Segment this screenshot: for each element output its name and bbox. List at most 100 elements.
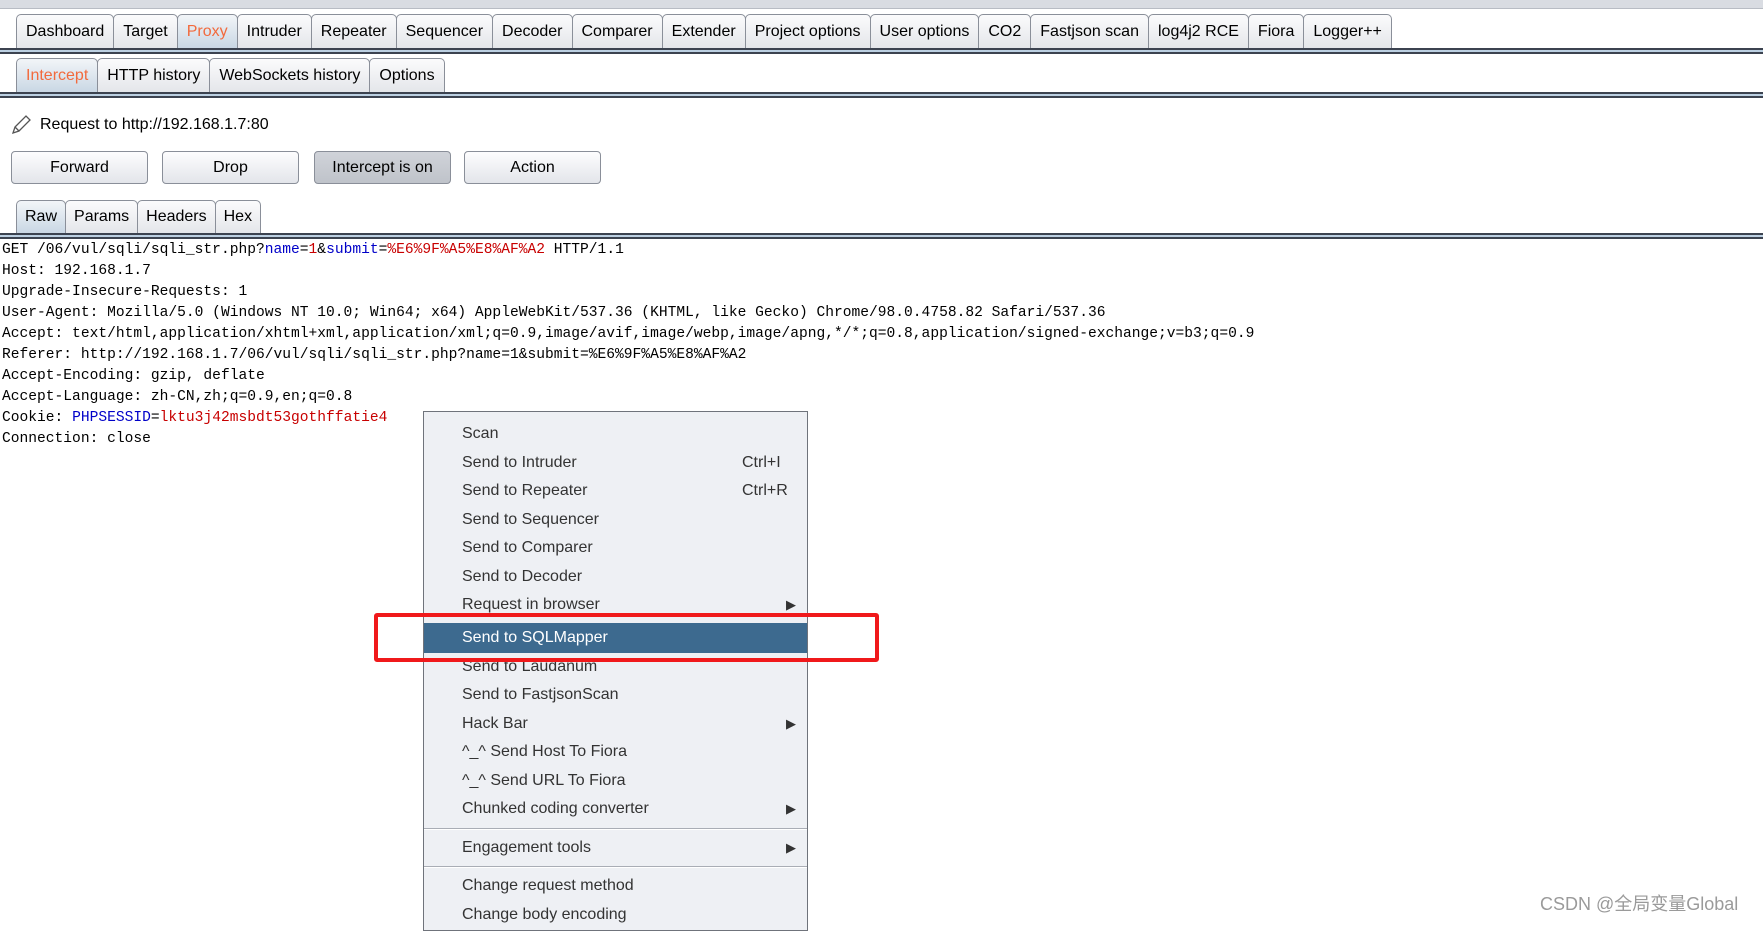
tab-project-options[interactable]: Project options xyxy=(744,14,871,48)
request-text: Host: 192.168.1.7 xyxy=(2,263,151,279)
tab-options[interactable]: Options xyxy=(369,58,445,92)
request-line: User-Agent: Mozilla/5.0 (Windows NT 10.0… xyxy=(2,303,1254,324)
request-info: Request to http://192.168.1.7:80 xyxy=(10,114,269,136)
request-text: Referer: http://192.168.1.7/06/vul/sqli/… xyxy=(2,347,747,363)
request-text: %E6%9F%A5%E8%AF%A2 xyxy=(387,242,546,258)
menu-item-label: Send to Laudanum xyxy=(462,657,598,675)
request-line: GET /06/vul/sqli/sqli_str.php?name=1&sub… xyxy=(2,240,1254,261)
request-text: PHPSESSID xyxy=(72,410,151,426)
tab-label: Extender xyxy=(671,22,736,40)
tab-params[interactable]: Params xyxy=(65,200,139,233)
menu-item-hack-bar[interactable]: Hack Bar ▶ xyxy=(424,710,807,739)
request-text: name xyxy=(264,242,300,258)
forward-button[interactable]: Forward xyxy=(11,151,148,184)
menu-item-label: Engagement tools xyxy=(462,838,591,856)
tab-label: Params xyxy=(74,208,130,225)
tab-label: Dashboard xyxy=(26,22,105,40)
tab-label: Options xyxy=(379,66,435,84)
request-text: 1 xyxy=(308,242,318,258)
menu-item-send-to-fastjsonscan[interactable]: Send to FastjsonScan xyxy=(424,681,807,710)
tab-label: CO2 xyxy=(988,22,1022,40)
tab-label: Fiora xyxy=(1257,22,1295,40)
tab-label: Logger++ xyxy=(1313,22,1382,40)
menu-item-send-host-to-fiora[interactable]: ^_^ Send Host To Fiora xyxy=(424,738,807,767)
menu-item-label: Chunked coding converter xyxy=(462,800,649,818)
request-line: Accept-Language: zh-CN,zh;q=0.9,en;q=0.8 xyxy=(2,387,1254,408)
triangle-right-icon: ▶ xyxy=(786,597,796,613)
menu-item-label: ^_^ Send URL To Fiora xyxy=(462,771,626,789)
action-button[interactable]: Action xyxy=(464,151,601,184)
request-line: Accept-Encoding: gzip, deflate xyxy=(2,366,1254,387)
menu-item-send-url-to-fiora[interactable]: ^_^ Send URL To Fiora xyxy=(424,767,807,796)
triangle-right-icon: ▶ xyxy=(786,839,796,855)
tab-label: HTTP history xyxy=(107,66,201,84)
context-menu: Scan Send to Intruder Ctrl+I Send to Repeat… xyxy=(423,411,808,931)
menu-item-send-to-sqlmapper[interactable]: Send to SQLMapper xyxy=(424,622,807,653)
tab-user-options[interactable]: User options xyxy=(869,14,980,48)
request-label: Request to http://192.168.1.7:80 xyxy=(40,116,269,133)
tab-log4j2-rce[interactable]: log4j2 RCE xyxy=(1147,14,1249,48)
menu-item-chunked-coding-converter[interactable]: Chunked coding converter ▶ xyxy=(424,795,807,824)
menu-item-send-to-decoder[interactable]: Send to Decoder xyxy=(424,563,807,592)
menu-item-change-body-encoding[interactable]: Change body encoding xyxy=(424,901,807,930)
tab-fiora[interactable]: Fiora xyxy=(1247,14,1305,48)
tab-intercept[interactable]: Intercept xyxy=(16,58,99,92)
proxy-tabs-divider xyxy=(0,92,1763,98)
request-text: Accept-Encoding: gzip, deflate xyxy=(2,368,265,384)
menu-item-label: Hack Bar xyxy=(462,714,528,732)
menu-item-change-request-method[interactable]: Change request method xyxy=(424,872,807,901)
tab-extender[interactable]: Extender xyxy=(661,14,746,48)
menu-item-send-to-comparer[interactable]: Send to Comparer xyxy=(424,534,807,563)
tab-co2[interactable]: CO2 xyxy=(978,14,1032,48)
tab-label: Fastjson scan xyxy=(1040,22,1139,40)
tab-logger-[interactable]: Logger++ xyxy=(1303,14,1392,48)
tab-intruder[interactable]: Intruder xyxy=(236,14,312,48)
tab-proxy[interactable]: Proxy xyxy=(176,14,238,48)
request-line: Accept: text/html,application/xhtml+xml,… xyxy=(2,324,1254,345)
tab-label: User options xyxy=(879,22,970,40)
tab-repeater[interactable]: Repeater xyxy=(310,14,397,48)
tab-fastjson-scan[interactable]: Fastjson scan xyxy=(1030,14,1149,48)
main-tabs: Dashboard Target Proxy Intruder Repeater Sequ… xyxy=(16,14,1392,48)
menu-item-label: Send to Repeater xyxy=(462,482,588,500)
tab-label: Hex xyxy=(223,208,253,225)
tab-comparer[interactable]: Comparer xyxy=(571,14,663,48)
menu-item-send-to-sequencer[interactable]: Send to Sequencer xyxy=(424,506,807,535)
request-text: Cookie: xyxy=(2,410,73,426)
tab-hex[interactable]: Hex xyxy=(214,200,262,233)
tab-label: Sequencer xyxy=(405,22,484,40)
menu-separator xyxy=(424,866,807,867)
menu-item-label: Send to FastjsonScan xyxy=(462,686,619,704)
tab-label: Proxy xyxy=(186,22,228,40)
tab-http-history[interactable]: HTTP history xyxy=(97,58,211,92)
tab-raw[interactable]: Raw xyxy=(16,200,67,233)
request-text: & xyxy=(317,242,327,258)
view-tabs-divider xyxy=(0,233,1763,239)
menu-item-send-to-repeater[interactable]: Send to Repeater Ctrl+R xyxy=(424,477,807,506)
drop-button[interactable]: Drop xyxy=(162,151,299,184)
menu-item-engagement-tools[interactable]: Engagement tools ▶ xyxy=(424,834,807,863)
request-text: Connection: close xyxy=(2,431,151,447)
menu-item-label: ^_^ Send Host To Fiora xyxy=(462,743,628,761)
menu-item-scan[interactable]: Scan xyxy=(424,420,807,449)
tab-websockets-history[interactable]: WebSockets history xyxy=(209,58,371,92)
main-tabs-divider xyxy=(0,48,1763,54)
menu-item-label: Change body encoding xyxy=(462,905,627,923)
watermark: CSDN @全局变量Global xyxy=(1540,894,1739,914)
intercept-toggle-button[interactable]: Intercept is on xyxy=(314,151,451,184)
pencil-icon xyxy=(11,115,31,135)
tab-decoder[interactable]: Decoder xyxy=(492,14,573,48)
tab-target[interactable]: Target xyxy=(113,14,178,48)
request-text: HTTP/1.1 xyxy=(545,242,624,258)
tab-label: log4j2 RCE xyxy=(1157,22,1239,40)
menu-item-label: Send to Comparer xyxy=(462,539,593,557)
tab-headers[interactable]: Headers xyxy=(137,200,216,233)
menu-item-label: Send to Decoder xyxy=(462,567,583,585)
tab-dashboard[interactable]: Dashboard xyxy=(16,14,115,48)
menu-item-request-in-browser[interactable]: Request in browser ▶ xyxy=(424,591,807,620)
menu-item-send-to-intruder[interactable]: Send to Intruder Ctrl+I xyxy=(424,449,807,478)
request-line: Referer: http://192.168.1.7/06/vul/sqli/… xyxy=(2,345,1254,366)
tab-sequencer[interactable]: Sequencer xyxy=(395,14,494,48)
request-text: Accept-Language: zh-CN,zh;q=0.9,en;q=0.8 xyxy=(2,389,353,405)
menu-item-send-to-laudanum[interactable]: Send to Laudanum xyxy=(424,653,807,682)
